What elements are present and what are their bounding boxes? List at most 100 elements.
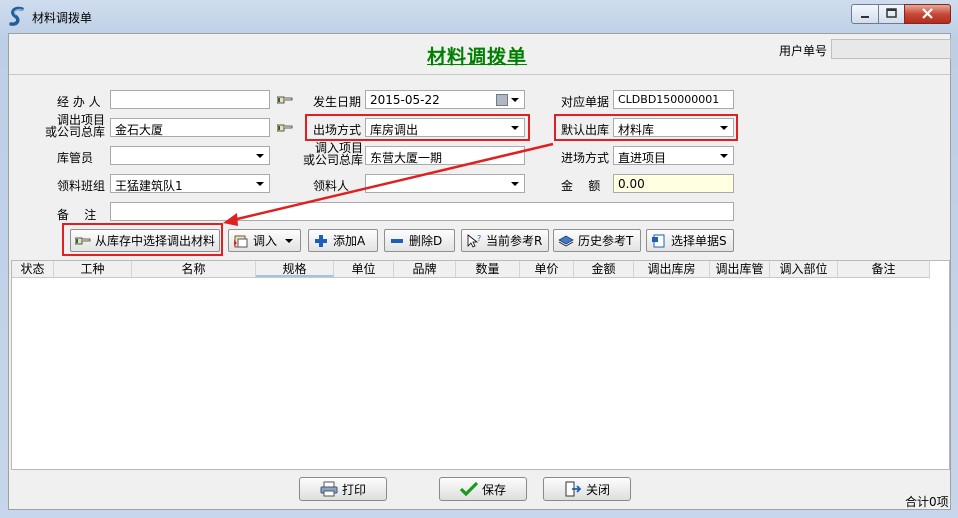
import-dropdown-button[interactable]: 调入 bbox=[228, 229, 301, 252]
team-value: 王猛建筑队1 bbox=[115, 179, 183, 193]
table-header: 状态 工种 名称 规格 单位 品牌 数量 单价 金额 调出库房 调出库管 调入部… bbox=[12, 261, 930, 278]
select-document-button[interactable]: 选择单据S bbox=[646, 229, 734, 252]
column-header[interactable]: 调入部位 bbox=[770, 261, 838, 277]
hand-pointer-icon[interactable] bbox=[277, 95, 293, 105]
column-header[interactable]: 金额 bbox=[574, 261, 634, 277]
total-count: 合计0项 bbox=[905, 495, 949, 509]
column-header[interactable]: 名称 bbox=[132, 261, 256, 277]
document-icon bbox=[651, 234, 667, 248]
form-header: 材料调拨单 用户单号 bbox=[9, 34, 951, 75]
select-from-stock-button[interactable]: 从库存中选择调出材料 bbox=[70, 229, 220, 252]
column-header[interactable]: 状态 bbox=[12, 261, 54, 277]
print-label: 打印 bbox=[341, 482, 366, 497]
column-header[interactable]: 备注 bbox=[838, 261, 930, 277]
form-title: 材料调拨单 bbox=[427, 46, 528, 68]
close-label: 关闭 bbox=[585, 482, 610, 497]
column-header[interactable]: 单位 bbox=[334, 261, 394, 277]
default-out-select[interactable]: 材料库 bbox=[613, 118, 734, 137]
chevron-down-icon[interactable] bbox=[256, 154, 264, 158]
ref-doc-field[interactable]: CLDBD150000001 bbox=[613, 90, 734, 109]
close-button[interactable]: 关闭 bbox=[543, 477, 631, 501]
column-header[interactable]: 调出库房 bbox=[634, 261, 710, 277]
column-header[interactable]: 工种 bbox=[54, 261, 132, 277]
chevron-down-icon[interactable] bbox=[256, 182, 264, 186]
books-icon bbox=[558, 234, 574, 248]
team-label: 领料班组 bbox=[57, 179, 106, 193]
default-out-value: 材料库 bbox=[618, 123, 655, 137]
paste-icon bbox=[233, 234, 249, 248]
hand-pointer-icon bbox=[74, 234, 91, 248]
default-out-label: 默认出库 bbox=[561, 123, 610, 137]
delete-button[interactable]: 删除D bbox=[384, 229, 455, 252]
chevron-down-icon[interactable] bbox=[720, 154, 728, 158]
add-button[interactable]: 添加A bbox=[308, 229, 378, 252]
keeper-label: 库管员 bbox=[57, 151, 94, 165]
app-logo-icon bbox=[9, 6, 24, 26]
svg-text:?: ? bbox=[477, 234, 481, 243]
in-project-label: 调入项目 或公司总库 bbox=[303, 142, 363, 166]
team-select[interactable]: 王猛建筑队1 bbox=[110, 174, 270, 193]
close-window-button[interactable] bbox=[904, 4, 951, 24]
cursor-help-icon: ? bbox=[466, 234, 482, 248]
date-value: 2015-05-22 bbox=[370, 93, 440, 107]
select-from-stock-label: 从库存中选择调出材料 bbox=[95, 234, 216, 248]
out-mode-value: 库房调出 bbox=[370, 123, 419, 137]
import-label: 调入 bbox=[253, 234, 278, 248]
save-label: 保存 bbox=[481, 482, 506, 497]
history-reference-label: 历史参考T bbox=[578, 234, 634, 248]
column-header[interactable]: 规格 bbox=[256, 261, 334, 277]
in-project-label-line2: 或公司总库 bbox=[303, 153, 364, 167]
current-reference-label: 当前参考R bbox=[486, 234, 543, 248]
out-mode-label: 出场方式 bbox=[313, 123, 362, 137]
title-bar: 材料调拨单 bbox=[0, 0, 958, 34]
printer-icon bbox=[320, 481, 338, 497]
user-number-field[interactable] bbox=[831, 39, 951, 59]
history-reference-button[interactable]: 历史参考T bbox=[553, 229, 641, 252]
in-project-field[interactable]: 东营大厦一期 bbox=[365, 146, 525, 165]
maximize-button[interactable] bbox=[878, 4, 905, 24]
minimize-icon bbox=[861, 16, 869, 18]
print-button[interactable]: 打印 bbox=[299, 477, 387, 501]
operator-field[interactable] bbox=[110, 90, 270, 109]
in-mode-value: 直进项目 bbox=[618, 151, 667, 165]
column-header[interactable]: 单价 bbox=[520, 261, 574, 277]
hand-pointer-icon[interactable] bbox=[277, 123, 293, 133]
keeper-select[interactable] bbox=[110, 146, 270, 165]
amount-field[interactable]: 0.00 bbox=[613, 174, 734, 193]
column-header[interactable]: 数量 bbox=[456, 261, 520, 277]
column-header[interactable]: 调出库管 bbox=[710, 261, 770, 277]
select-document-label: 选择单据S bbox=[671, 234, 727, 248]
receiver-select[interactable] bbox=[365, 174, 525, 193]
plus-icon bbox=[313, 234, 329, 248]
minimize-button[interactable] bbox=[851, 4, 879, 24]
in-mode-select[interactable]: 直进项目 bbox=[613, 146, 734, 165]
save-button[interactable]: 保存 bbox=[439, 477, 527, 501]
out-project-label-line2: 或公司总库 bbox=[45, 125, 106, 139]
remark-label: 备 注 bbox=[57, 208, 97, 222]
chevron-down-icon[interactable] bbox=[511, 98, 519, 102]
current-reference-button[interactable]: ? 当前参考R bbox=[461, 229, 549, 252]
close-icon bbox=[922, 8, 933, 19]
minus-icon bbox=[389, 234, 405, 248]
operator-label: 经 办 人 bbox=[57, 95, 101, 109]
materials-table[interactable]: 状态 工种 名称 规格 单位 品牌 数量 单价 金额 调出库房 调出库管 调入部… bbox=[11, 260, 950, 470]
app-window: 材料调拨单 材料调拨单 用户单号 经 办 人 调出项目 或公司总库 金石大厦 库管… bbox=[0, 0, 958, 518]
amount-label: 金 额 bbox=[561, 179, 601, 193]
calendar-icon[interactable] bbox=[496, 94, 508, 106]
remark-field[interactable] bbox=[110, 202, 734, 221]
form-panel: 材料调拨单 用户单号 经 办 人 调出项目 或公司总库 金石大厦 库管员 领料班组… bbox=[8, 33, 951, 510]
out-project-label: 调出项目 或公司总库 bbox=[45, 114, 105, 138]
column-header[interactable]: 品牌 bbox=[394, 261, 456, 277]
checkmark-icon bbox=[459, 481, 479, 497]
ref-doc-label: 对应单据 bbox=[561, 95, 610, 109]
delete-label: 删除D bbox=[409, 234, 443, 248]
date-picker[interactable]: 2015-05-22 bbox=[365, 90, 525, 109]
exit-door-icon bbox=[564, 481, 582, 497]
chevron-down-icon[interactable] bbox=[720, 126, 728, 130]
chevron-down-icon[interactable] bbox=[511, 126, 519, 130]
user-number-label: 用户单号 bbox=[779, 44, 828, 58]
date-label: 发生日期 bbox=[313, 95, 362, 109]
chevron-down-icon[interactable] bbox=[511, 182, 519, 186]
out-mode-select[interactable]: 库房调出 bbox=[365, 118, 525, 137]
out-project-field[interactable]: 金石大厦 bbox=[110, 118, 270, 137]
